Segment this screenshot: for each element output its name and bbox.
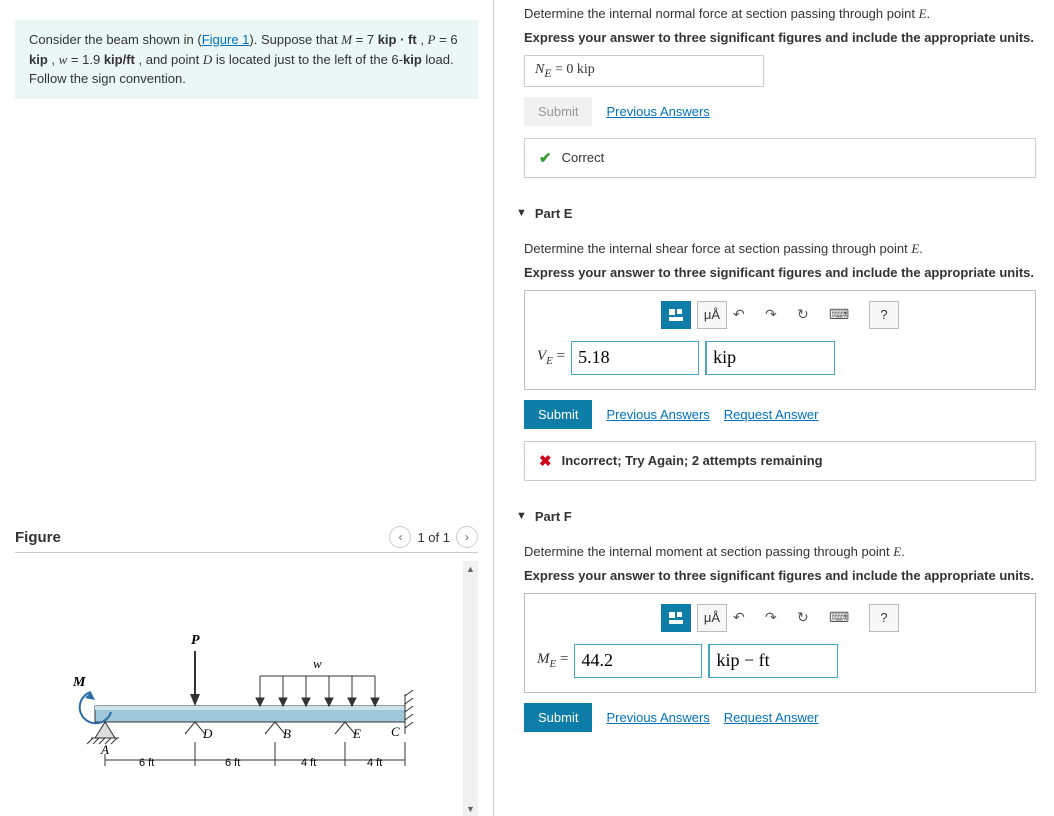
svg-text:D: D	[202, 726, 213, 741]
part-f-unit-input[interactable]	[708, 644, 838, 678]
part-e-instruction: Express your answer to three significant…	[524, 265, 1036, 280]
redo-icon[interactable]: ↷	[765, 306, 791, 323]
part-f-request-answer-link[interactable]: Request Answer	[724, 710, 819, 725]
cross-icon: ✖	[539, 452, 552, 470]
part-e-submit-button[interactable]: Submit	[524, 400, 592, 429]
undo-icon[interactable]: ↶	[733, 306, 759, 323]
svg-text:w: w	[313, 656, 322, 671]
figure-scrollbar[interactable]: ▲ ▼	[463, 561, 478, 816]
part-f-previous-answers-link[interactable]: Previous Answers	[606, 710, 709, 725]
part-d-block: Determine the internal normal force at s…	[524, 6, 1036, 178]
part-e-previous-answers-link[interactable]: Previous Answers	[606, 407, 709, 422]
svg-text:B: B	[283, 726, 291, 741]
svg-text:6 ft: 6 ft	[225, 757, 240, 769]
feedback-text: Incorrect; Try Again; 2 attempts remaini…	[562, 453, 823, 468]
part-f-instruction: Express your answer to three significant…	[524, 568, 1036, 583]
svg-text:M: M	[72, 675, 86, 690]
part-d-previous-answers-link[interactable]: Previous Answers	[606, 104, 709, 119]
caret-down-icon: ▼	[516, 207, 527, 219]
part-e-unit-input[interactable]	[705, 341, 835, 375]
part-f-toolbar: μÅ ↶ ↷ ↻ ⌨ ?	[537, 604, 1023, 632]
check-icon: ✔	[539, 149, 552, 167]
help-button[interactable]: ?	[869, 604, 899, 632]
figure-counter: 1 of 1	[417, 530, 450, 545]
part-d-feedback: ✔ Correct	[524, 138, 1036, 178]
caret-down-icon: ▼	[516, 510, 527, 522]
part-e-header[interactable]: ▼ Part E	[516, 206, 1036, 221]
figure-title: Figure	[15, 529, 61, 546]
problem-statement: Consider the beam shown in (Figure 1). S…	[15, 20, 478, 99]
svg-text:E: E	[352, 726, 361, 741]
units-button[interactable]: μÅ	[697, 604, 727, 632]
svg-text:4 ft: 4 ft	[301, 757, 316, 769]
right-pane: Determine the internal normal force at s…	[494, 0, 1054, 816]
keyboard-icon[interactable]: ⌨	[829, 306, 855, 323]
part-f-value-input[interactable]	[574, 644, 702, 678]
part-e-var-label: VE =	[537, 348, 565, 367]
scroll-down-icon[interactable]: ▼	[463, 801, 478, 816]
figure-section: Figure ‹ 1 of 1 ›	[15, 526, 478, 816]
part-e-block: Determine the internal shear force at se…	[524, 241, 1036, 481]
part-e-feedback: ✖ Incorrect; Try Again; 2 attempts remai…	[524, 441, 1036, 481]
keyboard-icon[interactable]: ⌨	[829, 609, 855, 626]
figure-link[interactable]: Figure 1	[202, 32, 250, 47]
part-e-request-answer-link[interactable]: Request Answer	[724, 407, 819, 422]
help-button[interactable]: ?	[869, 301, 899, 329]
part-e-prompt: Determine the internal shear force at se…	[524, 241, 1036, 257]
figure-next-button[interactable]: ›	[456, 526, 478, 548]
part-f-input-block: μÅ ↶ ↷ ↻ ⌨ ? ME =	[524, 593, 1036, 693]
part-d-instruction: Express your answer to three significant…	[524, 30, 1036, 45]
part-d-submit-button: Submit	[524, 97, 592, 126]
svg-text:4 ft: 4 ft	[367, 757, 382, 769]
redo-icon[interactable]: ↷	[765, 609, 791, 626]
part-f-prompt: Determine the internal moment at section…	[524, 544, 1036, 560]
part-e-value-input[interactable]	[571, 341, 699, 375]
svg-text:6 ft: 6 ft	[139, 757, 154, 769]
svg-text:C: C	[391, 724, 400, 739]
part-e-title: Part E	[535, 206, 573, 221]
part-f-header[interactable]: ▼ Part F	[516, 509, 1036, 524]
figure-prev-button[interactable]: ‹	[389, 526, 411, 548]
part-e-toolbar: μÅ ↶ ↷ ↻ ⌨ ?	[537, 301, 1023, 329]
beam-diagram: M P	[55, 616, 425, 806]
part-d-prompt: Determine the internal normal force at s…	[524, 6, 1036, 22]
left-pane: Consider the beam shown in (Figure 1). S…	[0, 0, 494, 816]
reset-icon[interactable]: ↻	[797, 306, 823, 323]
part-f-title: Part F	[535, 509, 572, 524]
units-button[interactable]: μÅ	[697, 301, 727, 329]
reset-icon[interactable]: ↻	[797, 609, 823, 626]
scroll-up-icon[interactable]: ▲	[463, 561, 478, 576]
figure-canvas: M P	[15, 561, 463, 816]
part-d-answer-display: NE = 0 kip	[524, 55, 764, 87]
figure-nav: ‹ 1 of 1 ›	[389, 526, 478, 548]
template-button[interactable]	[661, 301, 691, 329]
svg-text:P: P	[191, 633, 200, 648]
undo-icon[interactable]: ↶	[733, 609, 759, 626]
part-f-submit-button[interactable]: Submit	[524, 703, 592, 732]
part-e-input-block: μÅ ↶ ↷ ↻ ⌨ ? VE =	[524, 290, 1036, 390]
part-f-block: Determine the internal moment at section…	[524, 544, 1036, 732]
problem-text: Consider the beam shown in (	[29, 32, 202, 47]
template-button[interactable]	[661, 604, 691, 632]
feedback-text: Correct	[562, 150, 605, 165]
part-f-var-label: ME =	[537, 651, 568, 670]
